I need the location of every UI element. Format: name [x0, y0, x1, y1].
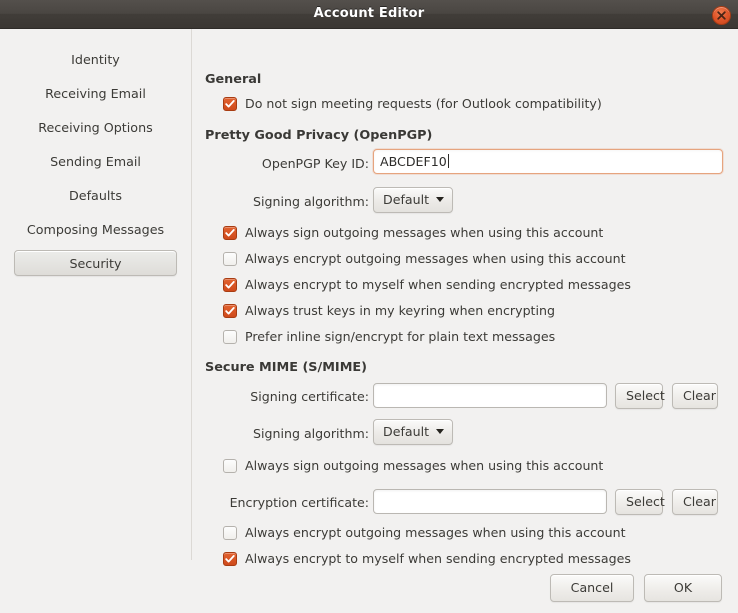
sidebar: Identity Receiving Email Receiving Optio…	[0, 29, 192, 560]
sidebar-item-security[interactable]: Security	[14, 250, 177, 276]
sidebar-item-label: Receiving Options	[38, 120, 153, 135]
checkbox-label: Always trust keys in my keyring when enc…	[245, 303, 555, 318]
checkbox-unchecked-icon	[223, 329, 237, 344]
pgp-signing-algorithm-dropdown[interactable]: Default	[373, 187, 454, 213]
chevron-down-icon	[436, 197, 445, 202]
checkbox-checked-icon	[223, 303, 237, 318]
pgp-always-trust-keys-checkbox[interactable]: Always trust keys in my keyring when enc…	[223, 303, 555, 318]
sidebar-item-label: Sending Email	[50, 154, 141, 169]
sidebar-item-label: Composing Messages	[26, 222, 165, 237]
smime-encryption-certificate-select-button[interactable]: Select	[615, 489, 665, 515]
sidebar-item-label: Receiving Email	[45, 86, 146, 101]
pgp-signing-algorithm-value: Default	[383, 192, 430, 207]
security-settings-pane: General Do not sign meeting requests (fo…	[192, 29, 738, 566]
smime-signing-certificate-select-button[interactable]: Select	[615, 383, 665, 409]
window-title: Account Editor	[313, 6, 425, 21]
smime-signing-certificate-input[interactable]	[373, 383, 607, 408]
smime-signing-algorithm-value: Default	[383, 424, 430, 439]
sidebar-item-defaults[interactable]: Defaults	[14, 182, 177, 208]
pgp-section-title: Pretty Good Privacy (OpenPGP)	[205, 128, 433, 143]
general-section-title: General	[205, 72, 262, 87]
checkbox-label: Prefer inline sign/encrypt for plain tex…	[245, 329, 556, 344]
smime-signing-certificate-label: Signing certificate:	[250, 389, 369, 404]
checkbox-unchecked-icon	[223, 525, 237, 540]
checkbox-label: Always sign outgoing messages when using…	[245, 458, 604, 473]
smime-encryption-certificate-input[interactable]	[373, 489, 607, 514]
smime-section-title: Secure MIME (S/MIME)	[205, 360, 368, 375]
pgp-signing-algorithm-label: Signing algorithm:	[253, 194, 369, 209]
sidebar-item-composing-messages[interactable]: Composing Messages	[14, 216, 177, 242]
checkbox-label: Always encrypt outgoing messages when us…	[245, 251, 626, 266]
smime-always-encrypt-outgoing-checkbox[interactable]: Always encrypt outgoing messages when us…	[223, 525, 626, 540]
checkbox-label: Always encrypt to myself when sending en…	[245, 277, 631, 292]
pgp-prefer-inline-checkbox[interactable]: Prefer inline sign/encrypt for plain tex…	[223, 329, 555, 344]
dialog-body: Identity Receiving Email Receiving Optio…	[0, 29, 738, 613]
smime-signing-certificate-clear-button[interactable]: Clear	[672, 383, 718, 409]
checkbox-checked-icon	[223, 96, 237, 111]
pgp-always-sign-outgoing-checkbox[interactable]: Always sign outgoing messages when using…	[223, 225, 603, 240]
checkbox-checked-icon	[223, 277, 237, 292]
text-caret	[447, 154, 449, 168]
smime-encryption-certificate-label: Encryption certificate:	[229, 495, 369, 510]
chevron-down-icon	[436, 429, 445, 434]
pgp-always-encrypt-to-myself-checkbox[interactable]: Always encrypt to myself when sending en…	[223, 277, 631, 292]
sidebar-item-identity[interactable]: Identity	[14, 46, 177, 72]
sidebar-item-label: Identity	[71, 52, 120, 67]
checkbox-label: Do not sign meeting requests (for Outloo…	[245, 96, 602, 111]
smime-signing-algorithm-label: Signing algorithm:	[253, 426, 369, 441]
sidebar-item-receiving-email[interactable]: Receiving Email	[14, 80, 177, 106]
smime-encryption-certificate-clear-button[interactable]: Clear	[672, 489, 718, 515]
sidebar-item-sending-email[interactable]: Sending Email	[14, 148, 177, 174]
checkbox-checked-icon	[223, 225, 237, 240]
ok-button[interactable]: OK	[644, 574, 722, 602]
checkbox-label: Always sign outgoing messages when using…	[245, 225, 604, 240]
dialog-footer: Cancel OK	[0, 560, 738, 613]
sidebar-item-label: Defaults	[69, 188, 122, 203]
account-editor-window: Account Editor Identity Receiving Email …	[0, 0, 738, 613]
cancel-button[interactable]: Cancel	[550, 574, 634, 602]
checkbox-unchecked-icon	[223, 458, 237, 473]
pgp-always-encrypt-outgoing-checkbox[interactable]: Always encrypt outgoing messages when us…	[223, 251, 626, 266]
smime-signing-algorithm-dropdown[interactable]: Default	[373, 419, 454, 445]
sidebar-item-label: Security	[69, 256, 122, 271]
close-icon[interactable]	[712, 6, 731, 25]
openpgp-key-id-input[interactable]: ABCDEF10	[373, 149, 723, 174]
openpgp-key-id-label: OpenPGP Key ID:	[261, 156, 369, 171]
openpgp-key-id-value: ABCDEF10	[380, 154, 447, 169]
sidebar-item-receiving-options[interactable]: Receiving Options	[14, 114, 177, 140]
smime-always-sign-outgoing-checkbox[interactable]: Always sign outgoing messages when using…	[223, 458, 603, 473]
do-not-sign-meeting-requests-checkbox[interactable]: Do not sign meeting requests (for Outloo…	[223, 96, 602, 111]
checkbox-unchecked-icon	[223, 251, 237, 266]
checkbox-label: Always encrypt outgoing messages when us…	[245, 525, 626, 540]
title-bar: Account Editor	[0, 0, 738, 29]
